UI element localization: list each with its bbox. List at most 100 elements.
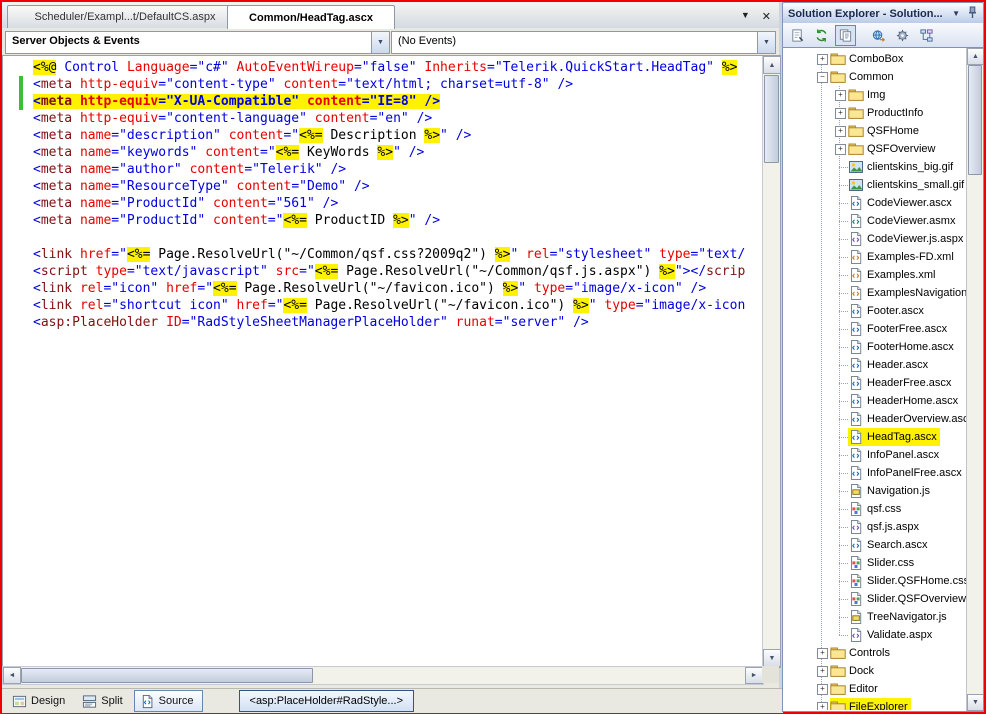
code-line[interactable]: <link rel="shortcut icon" href="<%= Page… [33,297,763,314]
scroll-up-icon[interactable]: ▲ [967,48,983,65]
code-line[interactable]: <meta http-equiv="content-type" content=… [19,76,763,93]
tree-item-content[interactable]: Slider.css [848,554,917,572]
tree-item-common[interactable]: − Common [783,68,967,86]
expand-icon[interactable]: + [817,702,828,710]
tree-item-content[interactable]: Slider.QSFOverview. [848,590,967,608]
scroll-left-icon[interactable]: ◄ [3,667,21,684]
tree-item-editor[interactable]: + Editor [783,680,967,698]
tree-item-footer-ascx[interactable]: Footer.ascx [783,302,967,320]
pin-icon[interactable] [967,6,978,21]
tree-item-content[interactable]: ProductInfo [848,104,926,122]
tree-item-content[interactable]: FooterFree.ascx [848,320,950,338]
scrollbar-thumb[interactable] [21,668,313,683]
tree-item-infopanelfree-ascx[interactable]: InfoPanelFree.ascx [783,464,967,482]
document-list-dropdown-icon[interactable]: ▼ [741,10,750,23]
collapse-icon[interactable]: − [817,72,828,83]
source-view-button[interactable]: Source [133,690,203,712]
tree-item-examples-xml[interactable]: Examples.xml [783,266,967,284]
tree-item-content[interactable]: Navigation.js [848,482,933,500]
expand-icon[interactable]: + [835,126,846,137]
tree-item-dock[interactable]: + Dock [783,662,967,680]
tree-item-qsfhome[interactable]: + QSFHome [783,122,967,140]
tree-item-content[interactable]: Examples.xml [848,266,938,284]
solution-explorer-titlebar[interactable]: Solution Explorer - Solution... ▼ [782,2,984,25]
code-line[interactable]: <meta name="author" content="Telerik" /> [33,161,763,178]
chevron-down-icon[interactable]: ▼ [757,32,775,53]
aspnet-configuration-icon[interactable] [892,25,913,46]
tree-item-img[interactable]: + Img [783,86,967,104]
tree-item-content[interactable]: clientskins_small.gif [848,176,967,194]
code-line[interactable]: <link rel="icon" href="<%= Page.ResolveU… [33,280,763,297]
tree-item-codeviewer-asmx[interactable]: CodeViewer.asmx [783,212,967,230]
tree-item-codeviewer-js-aspx[interactable]: CodeViewer.js.aspx [783,230,967,248]
tree-item-headtag-ascx[interactable]: HeadTag.ascx [783,428,967,446]
code-line[interactable]: <meta http-equiv="content-language" cont… [33,110,763,127]
tree-item-combobox[interactable]: + ComboBox [783,50,967,68]
tree-item-content[interactable]: QSFOverview [848,140,938,158]
close-document-icon[interactable]: ✕ [762,10,771,23]
tree-item-content[interactable]: qsf.css [848,500,904,518]
tree-item-infopanel-ascx[interactable]: InfoPanel.ascx [783,446,967,464]
expand-icon[interactable]: + [817,648,828,659]
tree-item-clientskins-big-gif[interactable]: clientskins_big.gif [783,158,967,176]
expand-icon[interactable]: + [817,684,828,695]
tree-item-content[interactable]: Img [848,86,888,104]
tree-item-clientskins-small-gif[interactable]: clientskins_small.gif [783,176,967,194]
tree-item-content[interactable]: QSFHome [848,122,922,140]
code-line[interactable]: <meta name="keywords" content="<%= KeyWo… [33,144,763,161]
scrollbar-thumb[interactable] [968,65,982,175]
tree-item-content[interactable]: TreeNavigator.js [848,608,950,626]
tree-item-content[interactable]: Examples-FD.xml [848,248,957,266]
tree-item-content[interactable]: FileExplorer [830,698,911,710]
tree-item-content[interactable]: HeaderOverview.asc [848,410,967,428]
tree-item-productinfo[interactable]: + ProductInfo [783,104,967,122]
expand-icon[interactable]: + [817,54,828,65]
tree-item-headeroverview-asc[interactable]: HeaderOverview.asc [783,410,967,428]
tree-item-header-ascx[interactable]: Header.ascx [783,356,967,374]
tree-item-examplesnavigation[interactable]: ExamplesNavigation [783,284,967,302]
tree-item-qsfoverview[interactable]: + QSFOverview [783,140,967,158]
tree-item-treenavigator-js[interactable]: TreeNavigator.js [783,608,967,626]
tree-item-content[interactable]: Editor [830,680,881,698]
breadcrumb-tag-navigator[interactable]: <asp:PlaceHolder#RadStyle...> [238,690,414,712]
code-line[interactable]: <script type="text/javascript" src="<%= … [33,263,763,280]
tree-item-codeviewer-ascx[interactable]: CodeViewer.ascx [783,194,967,212]
expand-icon[interactable]: + [835,90,846,101]
tree-item-content[interactable]: InfoPanelFree.ascx [848,464,965,482]
tree-item-content[interactable]: CodeViewer.ascx [848,194,955,212]
tree-item-content[interactable]: qsf.js.aspx [848,518,922,536]
code-line[interactable]: <meta name="description" content="<%= De… [33,127,763,144]
tree-item-content[interactable]: HeaderFree.ascx [848,374,954,392]
code-line[interactable]: <meta name="ResourceType" content="Demo"… [33,178,763,195]
tree-item-content[interactable]: Header.ascx [848,356,931,374]
code-line[interactable]: <meta http-equiv="X-UA-Compatible" conte… [19,93,763,110]
tree-item-slider-qsfoverview-[interactable]: Slider.QSFOverview. [783,590,967,608]
tree-item-search-ascx[interactable]: Search.ascx [783,536,967,554]
tree-item-content[interactable]: HeaderHome.ascx [848,392,961,410]
expand-icon[interactable]: + [835,108,846,119]
tree-item-headerhome-ascx[interactable]: HeaderHome.ascx [783,392,967,410]
code-editor[interactable]: <%@ Control Language="c#" AutoEventWireu… [2,55,781,668]
code-line[interactable]: <%@ Control Language="c#" AutoEventWireu… [33,59,763,76]
chevron-down-icon[interactable]: ▼ [371,32,389,53]
properties-icon[interactable] [787,25,808,46]
tree-item-fileexplorer[interactable]: + FileExplorer [783,698,967,710]
expand-icon[interactable]: + [835,144,846,155]
events-dropdown[interactable]: (No Events) ▼ [391,31,776,54]
window-position-icon[interactable]: ▼ [952,9,960,18]
tree-item-controls[interactable]: + Controls [783,644,967,662]
tree-item-content[interactable]: Controls [830,644,893,662]
tree-item-slider-qsfhome-css[interactable]: Slider.QSFHome.css [783,572,967,590]
show-all-files-icon[interactable] [835,24,856,46]
split-view-button[interactable]: Split [76,690,131,712]
tree-item-content[interactable]: HeadTag.ascx [848,428,940,446]
scroll-right-icon[interactable]: ► [745,667,763,684]
tree-item-content[interactable]: Search.ascx [848,536,931,554]
design-view-button[interactable]: Design [6,690,74,712]
tree-item-content[interactable]: Footer.ascx [848,302,927,320]
tree-vertical-scrollbar[interactable]: ▲ ▼ [966,48,983,711]
tab-headtag-ascx[interactable]: Common/HeadTag.ascx [227,5,395,29]
tree-item-qsf-css[interactable]: qsf.css [783,500,967,518]
code-line[interactable] [33,229,763,246]
code-line[interactable]: <meta name="ProductId" content="<%= Prod… [33,212,763,229]
